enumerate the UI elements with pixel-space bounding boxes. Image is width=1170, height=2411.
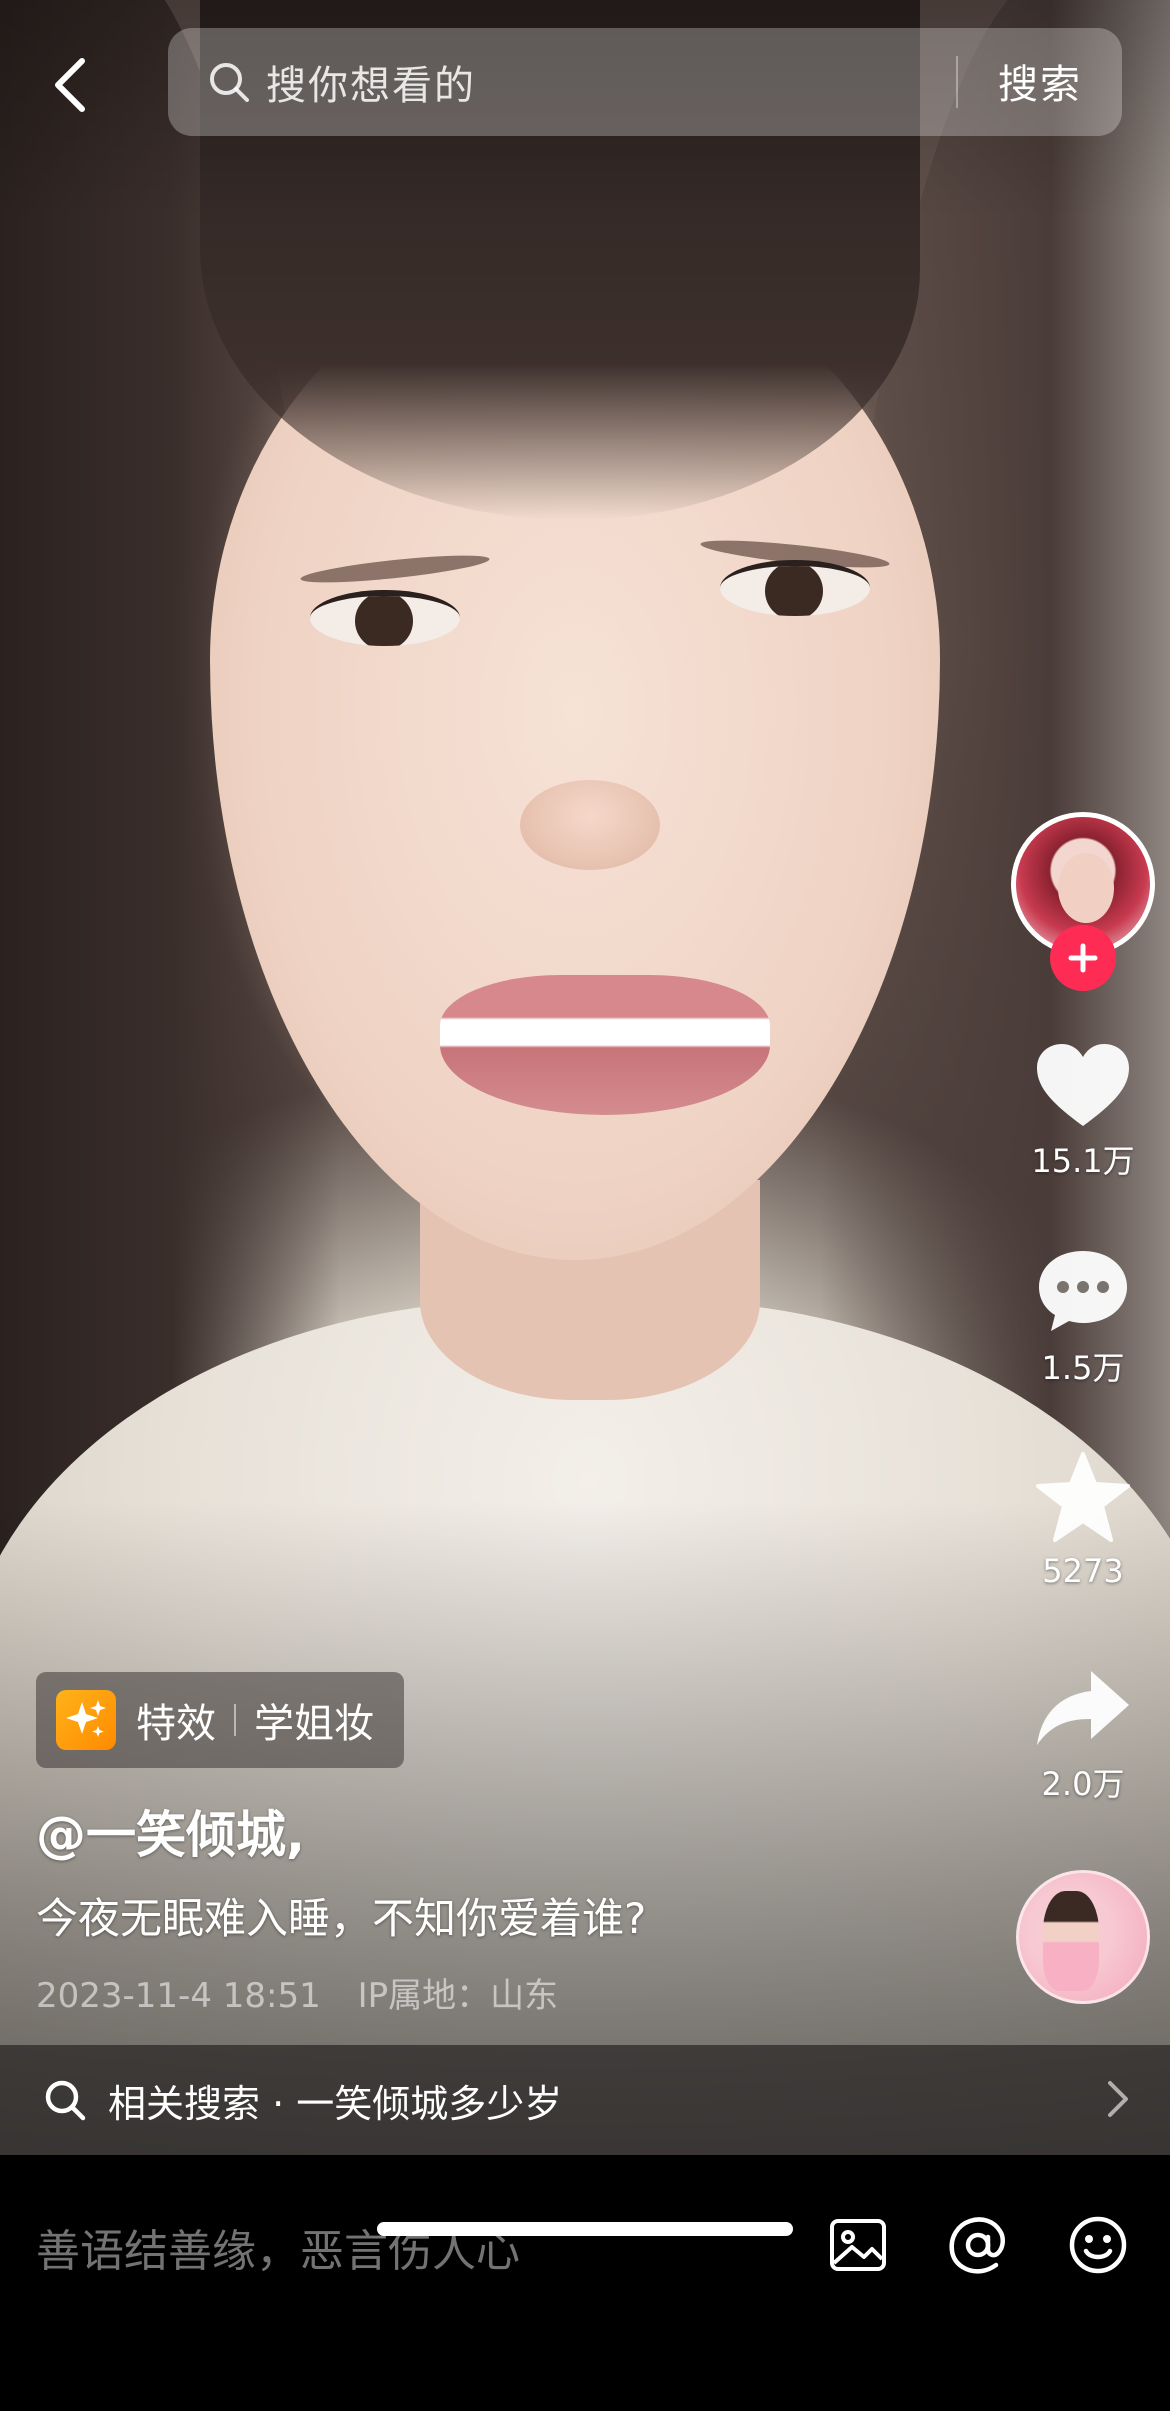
chevron-right-icon xyxy=(1108,2081,1128,2117)
post-date: 2023-11-4 18:51 xyxy=(36,1976,321,2016)
at-icon[interactable] xyxy=(946,2213,1010,2277)
music-disc[interactable] xyxy=(1016,1870,1150,2004)
favorite-count: 5273 xyxy=(1042,1552,1124,1590)
search-icon xyxy=(210,63,249,102)
heart-icon xyxy=(1037,1044,1129,1126)
video-frame-nose xyxy=(520,780,660,870)
video-frame-eye-right xyxy=(720,560,870,616)
comment-bar: 善语结善缘，恶言伤人心 xyxy=(0,2155,1170,2411)
effect-tag[interactable]: 特效 学姐妆 xyxy=(36,1672,404,1768)
share-icon xyxy=(1037,1671,1129,1745)
share-count: 2.0万 xyxy=(1041,1765,1125,1803)
comment-button[interactable]: 1.5万 xyxy=(1020,1245,1146,1389)
search-divider xyxy=(956,56,958,108)
related-search-text: 相关搜索 · 一笑倾城多少岁 xyxy=(108,2081,563,2126)
back-button[interactable] xyxy=(40,50,100,120)
plus-icon xyxy=(1068,943,1098,973)
comment-icon xyxy=(1039,1251,1127,1331)
favorite-button[interactable]: 5273 xyxy=(1020,1450,1146,1590)
video-frame-eye-left xyxy=(310,590,460,646)
image-icon[interactable] xyxy=(826,2213,890,2277)
related-search-bar[interactable]: 相关搜索 · 一笑倾城多少岁 xyxy=(0,2045,1170,2155)
follow-button[interactable] xyxy=(1050,925,1116,991)
search-input[interactable]: 搜你想看的 xyxy=(266,53,476,111)
effect-name: 学姐妆 xyxy=(254,1701,374,1747)
avatar-face xyxy=(1058,853,1114,923)
like-button[interactable]: 15.1万 xyxy=(1020,1040,1146,1182)
music-cover-figure xyxy=(1043,1891,1099,1991)
home-indicator[interactable] xyxy=(377,2222,793,2236)
like-count: 15.1万 xyxy=(1031,1142,1135,1180)
effect-separator xyxy=(234,1704,236,1736)
search-button[interactable]: 搜索 xyxy=(998,52,1082,110)
post-meta: 2023-11-4 18:51 IP属地：山东 xyxy=(36,1968,558,2017)
emoji-icon[interactable] xyxy=(1066,2213,1130,2277)
post-ip-location: IP属地：山东 xyxy=(357,1976,559,2016)
sparkle-icon xyxy=(56,1690,116,1750)
video-frame-mouth xyxy=(440,975,770,1115)
search-bar[interactable]: 搜你想看的 搜索 xyxy=(168,28,1122,136)
chevron-left-icon xyxy=(55,58,85,112)
share-button[interactable]: 2.0万 xyxy=(1020,1665,1146,1805)
search-icon xyxy=(45,2080,86,2121)
effect-label: 特效 xyxy=(136,1701,216,1747)
comment-count: 1.5万 xyxy=(1041,1349,1125,1387)
author-name[interactable]: @一笑倾城, xyxy=(36,1795,305,1867)
star-icon xyxy=(1036,1452,1130,1542)
post-caption: 今夜无眠难入睡，不知你爱着谁? xyxy=(36,1894,647,1943)
